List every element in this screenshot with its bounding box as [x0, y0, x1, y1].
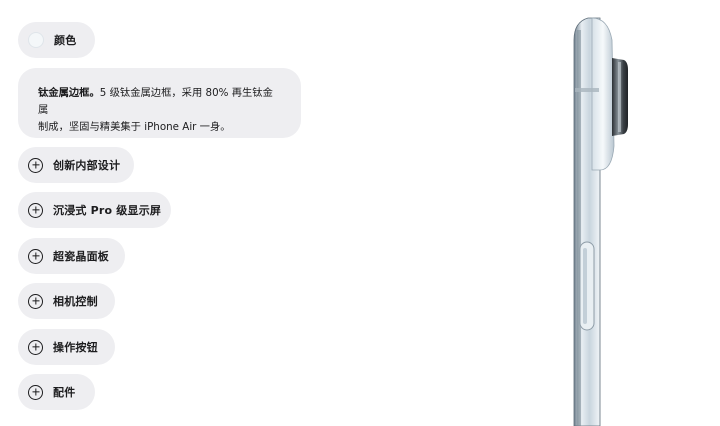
- plus-icon: [28, 157, 43, 173]
- menu-item-label: 相机控制: [53, 295, 98, 308]
- card-line-1: 钛金属边框。5 级钛金属边框，采用 80% 再生钛金属: [38, 85, 281, 119]
- color-swatch: [28, 32, 44, 48]
- card-line-2: 制成，坚固与精美集于 iPhone Air 一身。: [38, 121, 231, 133]
- menu-item-accessories[interactable]: 配件: [18, 374, 95, 410]
- menu-item-inner-design[interactable]: 创新内部设计: [18, 147, 134, 183]
- plus-icon: [28, 384, 43, 400]
- menu-item-display[interactable]: 沉浸式 Pro 级显示屏: [18, 192, 171, 228]
- menu-item-action-button[interactable]: 操作按钮: [18, 329, 115, 365]
- menu-item-label: 创新内部设计: [53, 159, 121, 172]
- menu-item-label: 超瓷晶面板: [53, 250, 109, 263]
- color-pill-label: 颜色: [54, 34, 77, 47]
- menu-item-label: 配件: [53, 386, 76, 399]
- color-pill[interactable]: 颜色: [18, 22, 95, 58]
- menu-item-label: 沉浸式 Pro 级显示屏: [53, 204, 162, 217]
- plus-icon: [28, 202, 43, 218]
- menu-item-label: 操作按钮: [53, 341, 98, 354]
- iphone-air-side-image: [573, 17, 628, 426]
- plus-icon: [28, 293, 43, 309]
- menu-item-camera-control[interactable]: 相机控制: [18, 283, 115, 319]
- card-title: 钛金属边框。: [38, 87, 100, 99]
- menu-item-ceramic-shield[interactable]: 超瓷晶面板: [18, 238, 125, 274]
- titanium-frame-card: 钛金属边框。5 级钛金属边框，采用 80% 再生钛金属 制成，坚固与精美集于 i…: [18, 68, 301, 138]
- plus-icon: [28, 248, 43, 264]
- plus-icon: [28, 339, 43, 355]
